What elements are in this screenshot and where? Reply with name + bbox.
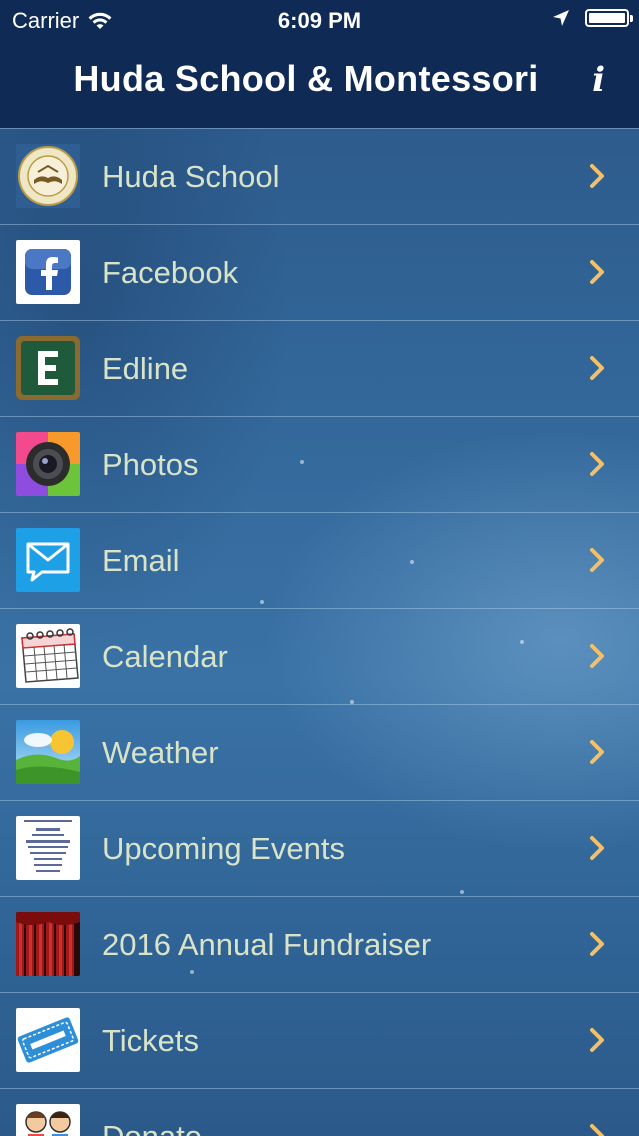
chevron-right-icon: [590, 740, 604, 764]
chevron-right-icon: [590, 548, 604, 572]
app-screen: Carrier 6:09 PM Huda School & Montessori…: [0, 0, 639, 1136]
menu-item-label: Huda School: [102, 159, 280, 194]
status-bar: Carrier 6:09 PM: [0, 0, 639, 40]
menu-item-upcoming-events[interactable]: Upcoming Events: [0, 800, 639, 896]
location-arrow-icon: [553, 10, 569, 26]
menu-item-huda-school[interactable]: Huda School: [0, 128, 639, 224]
menu-item-donate[interactable]: Donate: [0, 1088, 639, 1136]
chevron-right-icon: [590, 1124, 604, 1136]
menu-item-weather[interactable]: Weather: [0, 704, 639, 800]
chevron-right-icon: [590, 356, 604, 380]
email-icon: [16, 528, 80, 592]
menu-item-label: Email: [102, 543, 180, 578]
menu-item-facebook[interactable]: Facebook: [0, 224, 639, 320]
events-flyer-icon: [16, 816, 80, 880]
theater-curtain-icon: [16, 912, 80, 976]
menu-item-label: Donate: [102, 1119, 202, 1136]
chevron-right-icon: [590, 164, 604, 188]
header: Carrier 6:09 PM Huda School & Montessori…: [0, 0, 639, 128]
menu-item-label: Tickets: [102, 1023, 200, 1058]
facebook-icon: [16, 240, 80, 304]
chevron-right-icon: [590, 1028, 604, 1052]
chevron-right-icon: [590, 260, 604, 284]
edline-icon: [16, 336, 80, 400]
menu-item-label: Facebook: [102, 255, 239, 290]
menu-item-label: Calendar: [102, 639, 228, 674]
menu-item-tickets[interactable]: Tickets: [0, 992, 639, 1088]
menu-item-label: Photos: [102, 447, 199, 482]
menu-item-annual-fundraiser[interactable]: 2016 Annual Fundraiser: [0, 896, 639, 992]
weather-icon: [16, 720, 80, 784]
calendar-icon: [16, 624, 80, 688]
status-time: 6:09 PM: [277, 8, 362, 33]
donate-kids-icon: [16, 1104, 80, 1136]
ticket-icon: [16, 1008, 80, 1072]
camera-icon: [16, 432, 80, 496]
menu-item-edline[interactable]: Edline: [0, 320, 639, 416]
menu-item-label: Edline: [102, 351, 189, 386]
chevron-right-icon: [590, 452, 604, 476]
info-button[interactable]: i: [592, 60, 605, 100]
school-seal-icon: [16, 144, 80, 208]
chevron-right-icon: [590, 644, 604, 668]
chevron-right-icon: [590, 836, 604, 860]
chevron-right-icon: [590, 932, 604, 956]
menu-list: Huda School Facebook Edline Photos Email…: [0, 128, 639, 1136]
menu-item-label: Upcoming Events: [102, 831, 345, 866]
page-title: Huda School & Montessori: [73, 58, 539, 99]
menu-item-label: 2016 Annual Fundraiser: [102, 927, 432, 962]
battery-icon: [585, 9, 633, 27]
menu-item-calendar[interactable]: Calendar: [0, 608, 639, 704]
menu-item-label: Weather: [102, 735, 219, 770]
status-right: [551, 8, 633, 28]
menu-item-photos[interactable]: Photos: [0, 416, 639, 512]
menu-item-email[interactable]: Email: [0, 512, 639, 608]
